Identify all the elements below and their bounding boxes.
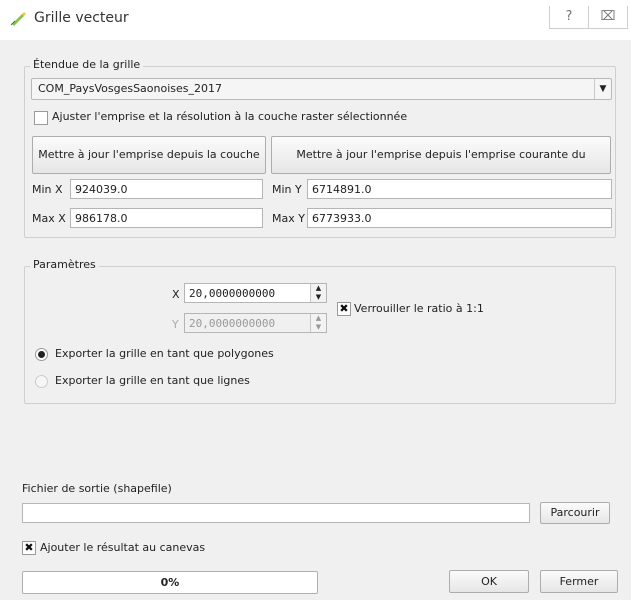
chevron-down-icon[interactable]: ▼ xyxy=(594,79,611,99)
spin-down-icon: ▼ xyxy=(315,323,322,331)
spin-down-icon[interactable]: ▼ xyxy=(311,293,326,302)
lock-ratio-checkbox[interactable]: ✖ xyxy=(337,302,351,316)
min-y-label: Min Y xyxy=(272,183,302,196)
close-window-button[interactable]: ⌧ xyxy=(588,6,628,29)
layer-combo[interactable]: COM_PaysVosgesSaonoises_2017 ▼ xyxy=(31,78,612,100)
window-title: Grille vecteur xyxy=(34,10,129,26)
params-group-title: Paramètres xyxy=(30,258,99,271)
max-y-field[interactable]: 6773933.0 xyxy=(307,208,612,228)
max-x-label: Max X xyxy=(32,212,66,225)
update-from-canvas-button[interactable]: Mettre à jour l'emprise depuis l'emprise… xyxy=(271,136,611,197)
browse-button[interactable]: Parcourir xyxy=(540,502,610,524)
progress-text: 0% xyxy=(160,576,180,589)
output-file-label: Fichier de sortie (shapefile) xyxy=(22,482,172,495)
x-spacing-value: 20,0000000000 xyxy=(189,287,276,300)
min-x-field[interactable]: 924039.0 xyxy=(70,179,263,199)
y-spinner-arrows: ▲ ▼ xyxy=(310,314,326,332)
export-polygons-label: Exporter la grille en tant que polygones xyxy=(55,347,274,360)
grid-pencil-icon xyxy=(10,12,26,26)
add-to-canvas-label: Ajouter le résultat au canevas xyxy=(40,541,206,554)
y-spacing-spinbox: 20,0000000000 ▲ ▼ xyxy=(184,313,327,333)
close-button[interactable]: Fermer xyxy=(540,570,618,593)
min-x-label: Min X xyxy=(32,183,63,196)
adjust-extent-checkbox[interactable] xyxy=(34,111,48,125)
layer-combo-value: COM_PaysVosgesSaonoises_2017 xyxy=(38,82,222,95)
export-lines-radio[interactable] xyxy=(35,375,48,388)
x-spinner-arrows[interactable]: ▲ ▼ xyxy=(310,284,326,302)
ok-button[interactable]: OK xyxy=(449,570,529,593)
adjust-extent-label: Ajuster l'emprise et la résolution à la … xyxy=(52,110,408,123)
output-file-field[interactable] xyxy=(22,503,530,523)
add-to-canvas-checkbox[interactable]: ✖ xyxy=(22,541,36,555)
min-y-field[interactable]: 6714891.0 xyxy=(307,179,612,199)
max-y-label: Max Y xyxy=(272,212,305,225)
y-spacing-value: 20,0000000000 xyxy=(189,317,276,330)
x-spacing-label: X xyxy=(172,288,180,301)
update-from-layer-button[interactable]: Mettre à jour l'emprise depuis la couche xyxy=(32,136,266,174)
export-polygons-radio[interactable] xyxy=(35,348,48,361)
spin-up-icon[interactable]: ▲ xyxy=(311,284,326,293)
progress-bar: 0% xyxy=(22,571,318,594)
max-x-field[interactable]: 986178.0 xyxy=(70,208,263,228)
spin-up-icon: ▲ xyxy=(315,314,322,322)
x-spacing-spinbox[interactable]: 20,0000000000 ▲ ▼ xyxy=(184,283,327,303)
help-button[interactable]: ? xyxy=(549,6,589,29)
lock-ratio-label: Verrouiller le ratio à 1:1 xyxy=(354,302,484,315)
export-lines-label: Exporter la grille en tant que lignes xyxy=(55,374,250,387)
y-spacing-label: Y xyxy=(172,318,179,331)
extent-group-title: Étendue de la grille xyxy=(30,58,144,71)
